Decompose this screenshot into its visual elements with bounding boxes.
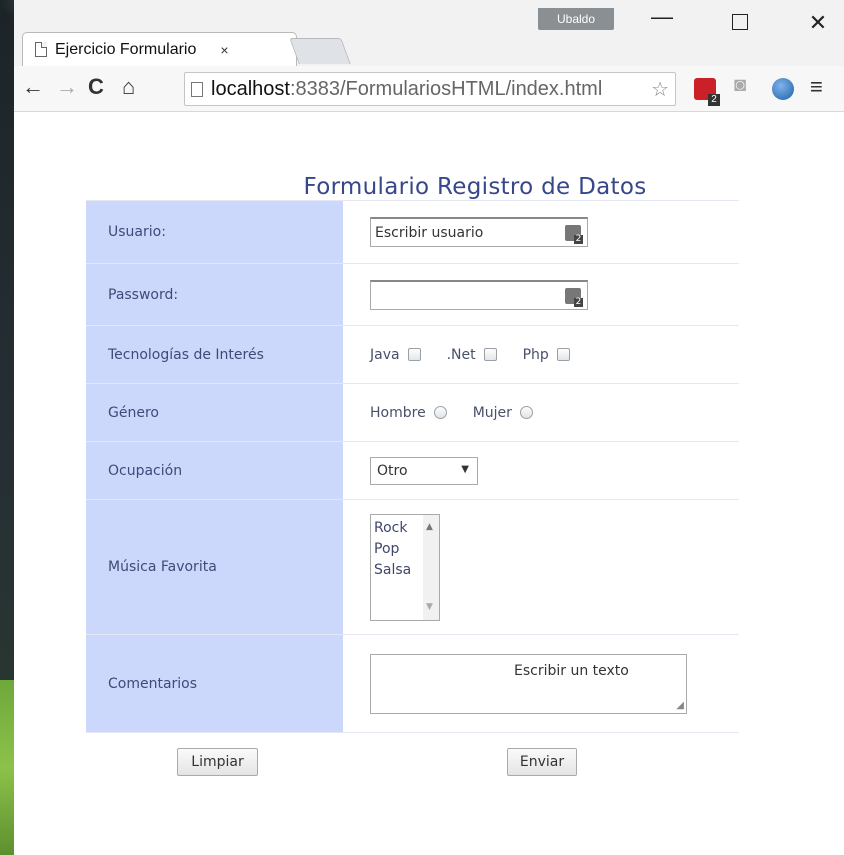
password-label: Password:	[86, 264, 343, 325]
net-checkbox[interactable]	[483, 348, 497, 361]
page-content: Formulario Registro de Datos Usuario: Es…	[14, 112, 844, 855]
camera-extension-icon[interactable]: ◙	[734, 74, 756, 96]
tecnologias-label: Tecnologías de Interés	[86, 326, 343, 383]
usuario-placeholder: Escribir usuario	[375, 224, 484, 241]
profile-badge[interactable]: Ubaldo	[538, 8, 614, 30]
page-info-icon[interactable]	[191, 81, 203, 97]
gender-option-hombre: Hombre	[370, 405, 447, 421]
row-ocupacion: Ocupación Otro ▼	[86, 441, 739, 499]
address-bar[interactable]: localhost:8383/FormulariosHTML/index.htm…	[184, 72, 676, 106]
usuario-input[interactable]: Escribir usuario	[370, 217, 588, 247]
maximize-icon	[732, 14, 748, 30]
new-tab-button[interactable]	[289, 38, 351, 64]
tech-option-net: .Net	[447, 347, 497, 363]
genero-label: Género	[86, 384, 343, 441]
ocupacion-select[interactable]: Otro ▼	[370, 456, 478, 485]
back-button[interactable]: ←	[22, 74, 44, 100]
tab-close-icon[interactable]: ×	[220, 42, 228, 58]
url-path: :8383/FormulariosHTML/index.html	[289, 77, 603, 100]
resize-grip-icon[interactable]: ◢	[676, 700, 684, 711]
musica-listbox[interactable]: Rock Pop Salsa ▲ ▼	[370, 513, 440, 621]
usuario-label: Usuario:	[86, 201, 343, 263]
tab-title: Ejercicio Formulario	[55, 40, 197, 58]
tech-option-java: Java	[370, 347, 421, 363]
ocupacion-selected: Otro	[377, 462, 408, 479]
comentarios-placeholder: Escribir un texto	[514, 662, 629, 679]
row-comentarios: Comentarios Escribir un texto ◢	[86, 634, 739, 732]
row-password: Password:	[86, 263, 739, 325]
lastpass-extension-icon[interactable]: 2	[694, 78, 720, 106]
scroll-down-icon[interactable]: ▼	[426, 597, 433, 618]
lastpass-badge: 2	[708, 94, 720, 106]
gender-option-mujer: Mujer	[473, 405, 533, 421]
row-usuario: Usuario: Escribir usuario	[86, 200, 739, 263]
url-host: localhost	[211, 77, 290, 100]
title-bar: Ejercicio Formulario × Ubaldo — ✕	[14, 0, 844, 66]
row-tecnologias: Tecnologías de Interés Java .Net Php	[86, 325, 739, 383]
listbox-scrollbar[interactable]: ▲ ▼	[423, 514, 439, 620]
java-checkbox[interactable]	[407, 348, 421, 361]
java-label: Java	[370, 346, 400, 363]
form-bottom-divider	[86, 732, 739, 733]
php-label: Php	[522, 346, 549, 363]
hombre-radio[interactable]	[433, 406, 447, 419]
cube-extension-icon[interactable]	[772, 78, 794, 100]
ocupacion-label: Ocupación	[86, 442, 343, 499]
lastpass-field-icon[interactable]	[565, 225, 583, 244]
comentarios-label: Comentarios	[86, 635, 343, 732]
lastpass-field-icon[interactable]	[565, 287, 583, 307]
close-window-button[interactable]: ✕	[798, 10, 838, 36]
browser-tab[interactable]: Ejercicio Formulario ×	[22, 32, 297, 66]
forward-button[interactable]: →	[56, 74, 78, 100]
mujer-radio[interactable]	[519, 406, 533, 419]
row-musica: Música Favorita Rock Pop Salsa ▲ ▼	[86, 499, 739, 634]
php-checkbox[interactable]	[556, 348, 570, 361]
mujer-label: Mujer	[472, 404, 512, 421]
submit-button[interactable]: Enviar	[507, 748, 577, 776]
musica-label: Música Favorita	[86, 500, 343, 634]
password-input[interactable]	[370, 279, 588, 310]
maximize-button[interactable]	[720, 10, 760, 36]
hombre-label: Hombre	[370, 404, 426, 421]
registration-form: Usuario: Escribir usuario Password:	[86, 200, 739, 733]
row-genero: Género Hombre Mujer	[86, 383, 739, 441]
browser-menu-icon[interactable]: ≡	[810, 74, 832, 99]
home-button[interactable]: ⌂	[122, 74, 135, 100]
page-icon	[35, 42, 47, 57]
clear-button[interactable]: Limpiar	[177, 748, 258, 776]
minimize-button[interactable]: —	[642, 4, 682, 30]
browser-window: Ejercicio Formulario × Ubaldo — ✕ ← → C …	[14, 0, 844, 855]
reload-button[interactable]: C	[88, 74, 104, 100]
scroll-up-icon[interactable]: ▲	[426, 517, 433, 538]
net-label: .Net	[446, 346, 476, 363]
desktop-wallpaper-grass	[0, 680, 14, 855]
browser-toolbar: ← → C ⌂ localhost:8383/FormulariosHTML/i…	[14, 66, 844, 112]
dropdown-arrow-icon: ▼	[461, 463, 469, 475]
comentarios-textarea[interactable]: Escribir un texto ◢	[370, 653, 687, 714]
tech-option-php: Php	[523, 347, 570, 363]
form-title: Formulario Registro de Datos	[303, 174, 647, 200]
bookmark-star-icon[interactable]: ☆	[651, 77, 669, 102]
